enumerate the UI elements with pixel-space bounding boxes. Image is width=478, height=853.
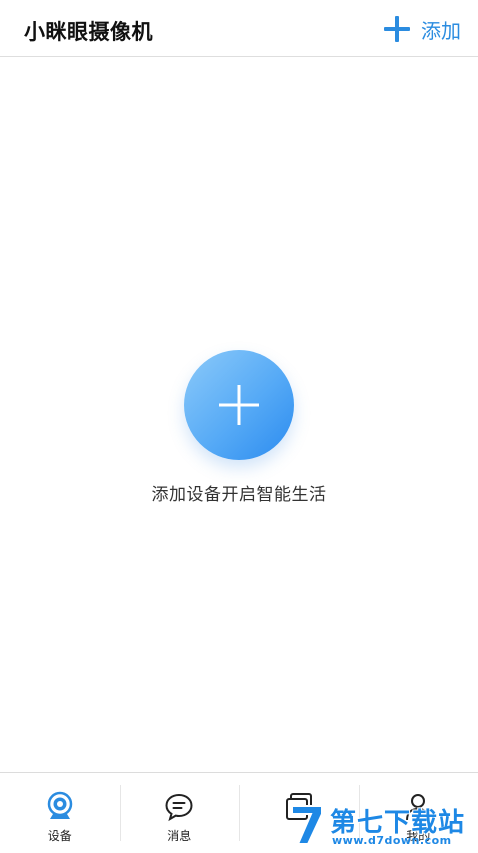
d7-logo-icon xyxy=(291,805,323,845)
message-icon xyxy=(165,793,193,822)
plus-icon xyxy=(219,385,259,425)
top-bar: 小眯眼摄像机 添加 xyxy=(0,0,478,57)
add-label: 添加 xyxy=(421,18,461,43)
add-device-circle-button[interactable] xyxy=(184,350,294,460)
plus-icon xyxy=(384,16,410,42)
tab-devices[interactable]: 设备 xyxy=(0,773,120,853)
watermark-url: www.d7down.com xyxy=(332,834,452,847)
empty-state-message: 添加设备开启智能生活 xyxy=(151,485,327,505)
app-title: 小眯眼摄像机 xyxy=(24,20,153,44)
tab-label: 消息 xyxy=(167,829,192,843)
tab-messages[interactable]: 消息 xyxy=(119,773,240,853)
add-device-button[interactable]: 添加 xyxy=(383,14,461,44)
camera-icon xyxy=(47,791,72,819)
empty-state: 添加设备开启智能生活 xyxy=(0,350,478,505)
tab-label: 设备 xyxy=(47,829,72,843)
app-screen: 小眯眼摄像机 添加 添加设备开启智能生活 设备 消息 我的 第七下载站 www.… xyxy=(0,0,478,853)
watermark: 第七下载站 www.d7down.com xyxy=(282,796,478,853)
